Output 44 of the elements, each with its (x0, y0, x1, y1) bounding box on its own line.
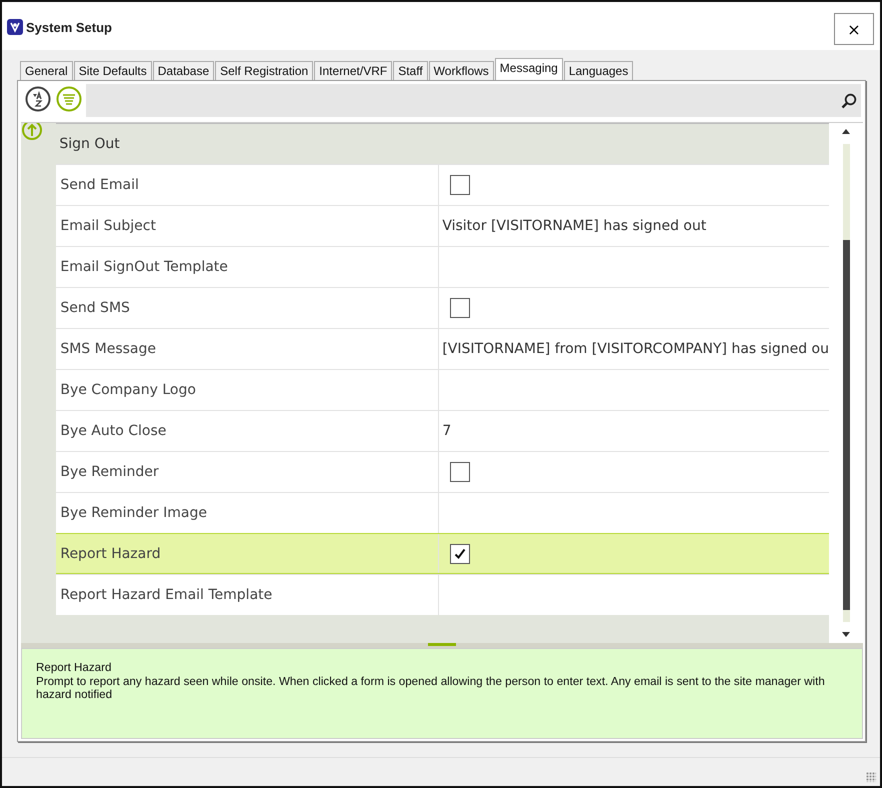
splitter-handle[interactable] (428, 643, 456, 646)
scroll-thumb[interactable] (842, 240, 850, 610)
property-name: Report Hazard Email Template (56, 575, 440, 615)
property-row[interactable]: Report Hazard Email Template (56, 574, 829, 615)
sort-alphabetical-icon[interactable] (25, 86, 51, 112)
app-logo-icon (7, 19, 23, 35)
property-row[interactable]: Send Email (56, 164, 829, 205)
scroll-up-icon[interactable] (842, 129, 850, 134)
property-row[interactable]: Email SignOut Template (56, 246, 829, 287)
tab[interactable]: Messaging (494, 58, 563, 80)
checkbox[interactable] (450, 462, 470, 482)
property-row[interactable]: Bye Company Logo (56, 369, 829, 410)
window-title: System Setup (26, 20, 112, 34)
property-row[interactable]: SMS Message [VISITORNAME] from [VISITORCOMPANY] has signed ou (56, 328, 829, 369)
description-title: Report Hazard (36, 661, 112, 674)
tab[interactable]: General (20, 61, 73, 80)
checkbox[interactable] (450, 298, 470, 318)
scroll-down-icon[interactable] (842, 632, 850, 637)
category-header[interactable]: Sign Out (56, 136, 120, 152)
property-value[interactable]: Visitor [VISITORNAME] has signed out (442, 218, 706, 234)
property-value[interactable]: 7 (442, 423, 452, 439)
tab[interactable]: Workflows (428, 61, 494, 80)
checkbox[interactable] (450, 175, 470, 195)
search-field[interactable] (86, 84, 861, 117)
tab[interactable]: Self Registration (215, 61, 314, 80)
tab[interactable]: Languages (564, 61, 634, 80)
search-icon[interactable] (841, 92, 857, 108)
property-value[interactable]: [VISITORNAME] from [VISITORCOMPANY] has signed ou (442, 341, 829, 357)
property-row[interactable]: Email Subject Visitor [VISITORNAME] has signed out (56, 205, 829, 246)
tab[interactable]: Site Defaults (74, 61, 152, 80)
tab[interactable]: Internet/VRF (314, 61, 392, 80)
property-row[interactable]: Bye Reminder (56, 451, 829, 492)
description-text: Prompt to report any hazard seen while onsite. When clicked a form is opened allowing the person to enter text. Any email is sent to the site manager with hazard notified (36, 675, 826, 701)
property-row[interactable]: Bye Auto Close 7 (56, 410, 829, 451)
property-row[interactable]: Bye Reminder Image (56, 492, 829, 533)
tab[interactable]: Database (152, 61, 214, 80)
close-button[interactable]: × (834, 13, 874, 45)
property-row[interactable]: Report Hazard (56, 533, 829, 574)
checkbox[interactable] (450, 544, 470, 564)
property-row[interactable]: Send SMS (56, 287, 829, 328)
resize-grip-icon[interactable] (866, 772, 876, 782)
check-icon (453, 546, 468, 560)
property-name: Report Hazard (56, 534, 440, 573)
tab[interactable]: Staff (393, 61, 428, 80)
